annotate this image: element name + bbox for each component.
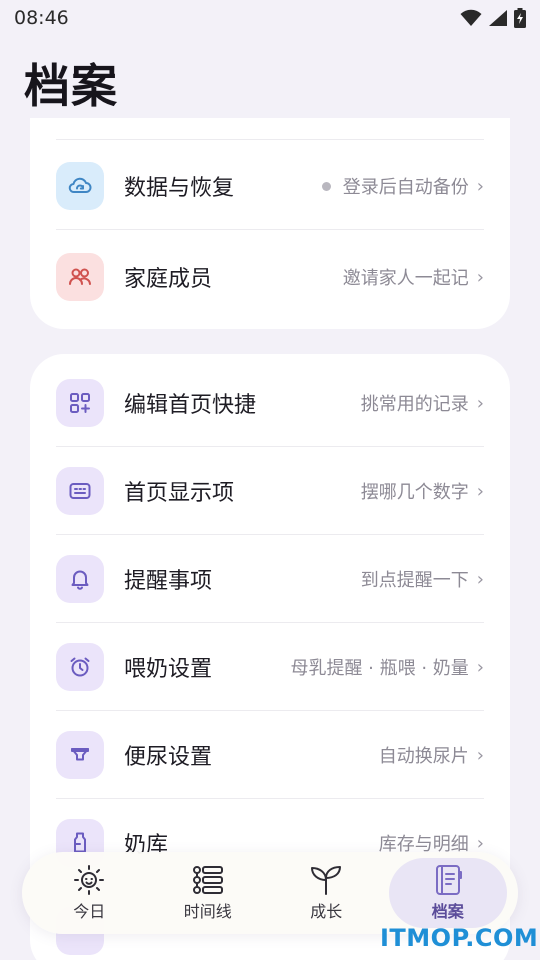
row-hint: 到点提醒一下 <box>360 570 469 591</box>
sprout-icon <box>311 866 342 895</box>
notebook-icon <box>435 865 462 895</box>
row-hint-wrap: 邀请家人一起记 › <box>343 264 484 290</box>
chevron-right-icon: › <box>476 832 484 854</box>
row-hint-wrap: 到点提醒一下 › <box>361 566 484 592</box>
row-edit-shortcuts[interactable]: 编辑首页快捷 挑常用的记录 › <box>30 359 510 447</box>
nav-label: 成长 <box>310 902 343 921</box>
battery-charging-icon <box>514 8 526 28</box>
divider <box>56 139 484 140</box>
row-hint: 挑常用的记录 <box>360 394 469 415</box>
cellular-signal-icon <box>489 10 507 26</box>
bottom-nav: 今日 时间线 成长 档案 <box>22 852 518 934</box>
chevron-right-icon: › <box>476 656 484 678</box>
chevron-right-icon: › <box>476 480 484 502</box>
row-label: 首页显示项 <box>124 481 235 506</box>
divider <box>56 229 484 230</box>
row-home-display[interactable]: 首页显示项 摆哪几个数字 › <box>30 447 510 535</box>
row-hint: 母乳提醒 · 瓶喂 · 奶量 <box>290 658 469 679</box>
row-hint-wrap: 自动换尿片 › <box>379 742 484 768</box>
status-icons <box>460 8 526 28</box>
row-hint-wrap: 母乳提醒 · 瓶喂 · 奶量 › <box>290 654 484 680</box>
nav-label: 今日 <box>73 902 106 921</box>
row-label: 提醒事项 <box>124 569 213 594</box>
chevron-right-icon: › <box>476 266 484 288</box>
page-title: 档案 <box>24 59 118 113</box>
chevron-right-icon: › <box>476 175 484 197</box>
sun-icon <box>74 865 105 895</box>
bell-icon <box>56 555 104 603</box>
funnel-icon <box>56 731 104 779</box>
nav-today[interactable]: 今日 <box>33 858 145 928</box>
row-label: 喂奶设置 <box>124 657 213 682</box>
row-reminders[interactable]: 提醒事项 到点提醒一下 › <box>30 535 510 623</box>
row-feeding-settings[interactable]: 喂奶设置 母乳提醒 · 瓶喂 · 奶量 › <box>30 623 510 711</box>
status-dot <box>321 181 331 191</box>
row-diaper-settings[interactable]: 便尿设置 自动换尿片 › <box>30 711 510 799</box>
row-hint: 邀请家人一起记 <box>342 268 469 289</box>
chevron-right-icon: › <box>476 568 484 590</box>
row-label: 家庭成员 <box>124 267 213 292</box>
row-hint: 摆哪几个数字 <box>360 482 469 503</box>
status-bar: 08:46 <box>0 0 540 36</box>
row-label: 数据与恢复 <box>124 176 235 201</box>
watermark: ITMOP.COM <box>380 924 539 952</box>
wifi-icon <box>460 9 482 26</box>
row-family-members[interactable]: 家庭成员 邀请家人一起记 › <box>30 233 510 321</box>
status-time: 08:46 <box>14 7 69 29</box>
nav-growth[interactable]: 成长 <box>270 858 382 928</box>
nav-profile[interactable]: 档案 <box>388 858 507 928</box>
row-hint-wrap: 摆哪几个数字 › <box>361 478 484 504</box>
grid-add-icon <box>56 379 104 427</box>
display-panel-icon <box>56 467 104 515</box>
timeline-icon <box>192 866 223 894</box>
row-hint-wrap: 登录后自动备份 › <box>321 173 484 199</box>
nav-timeline[interactable]: 时间线 <box>152 858 264 928</box>
alarm-clock-icon <box>56 643 104 691</box>
cloud-sync-icon <box>56 162 104 210</box>
row-hint: 登录后自动备份 <box>342 177 469 198</box>
family-members-icon <box>56 253 104 301</box>
row-label: 编辑首页快捷 <box>124 393 257 418</box>
nav-label: 时间线 <box>183 902 232 921</box>
chevron-right-icon: › <box>476 744 484 766</box>
chevron-right-icon: › <box>476 392 484 414</box>
row-hint: 自动换尿片 <box>378 746 469 767</box>
nav-label: 档案 <box>431 902 464 921</box>
row-hint-wrap: 挑常用的记录 › <box>361 390 484 416</box>
row-label: 便尿设置 <box>124 745 213 770</box>
account-card: 数据与恢复 登录后自动备份 › 家庭成员 邀请家人一起记 › <box>30 118 510 329</box>
row-data-backup[interactable]: 数据与恢复 登录后自动备份 › <box>30 142 510 230</box>
